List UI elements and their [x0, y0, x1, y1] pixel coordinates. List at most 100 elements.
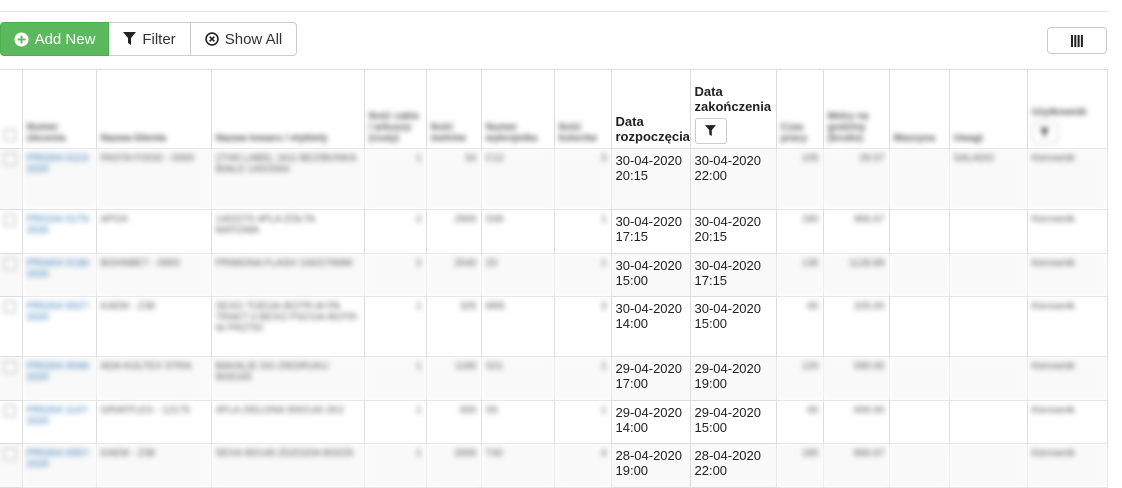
user-filter-button[interactable] — [1031, 122, 1058, 144]
cell-color-count: 1 — [554, 356, 612, 401]
cell-notes: SALADO — [949, 148, 1028, 210]
col-start-date[interactable]: Data rozpoczęcia — [611, 69, 691, 149]
cell-client-name: KAEM - Z38 — [96, 296, 212, 357]
table-row[interactable]: PR0204 0049-2020 ADA KOLTEX STRA BAKALIE D… — [0, 356, 1108, 401]
cell-color-count: 1 — [554, 209, 612, 254]
col-quantity[interactable]: Ilość cakie / arkuszy (rzuty) — [364, 69, 427, 149]
cell-meters-per-hour: 966.67 — [823, 209, 890, 254]
order-number-link[interactable]: PR0104 0179-2020 — [27, 214, 92, 236]
col-die-number[interactable]: Numer wykrojnika — [481, 69, 555, 149]
order-number-link[interactable]: PR0204 0027-2020 — [27, 301, 92, 323]
cell-client-name: KAEM - Z38 — [96, 443, 212, 488]
filter-label: Filter — [142, 30, 176, 48]
cell-user: Kierownik — [1027, 148, 1108, 210]
cell-user: Kierownik — [1027, 443, 1108, 488]
cell-product-name: 27/40 LABEL 1KG BEZ/BUNKA BIAŁO 140/2064 — [211, 148, 365, 210]
cell-user: Kierownik — [1027, 356, 1108, 401]
cell-notes — [949, 296, 1028, 357]
cell-client-name: ADA KOLTEX STRA — [96, 356, 212, 401]
filter-icon — [1040, 128, 1049, 138]
cell-work-time: 60 — [776, 400, 824, 444]
cell-end-date: 30-04-2020 20:15 — [690, 209, 777, 254]
order-number-link[interactable]: PR0204 1147-2020 — [27, 405, 91, 427]
row-select-cell[interactable] — [0, 253, 23, 297]
cell-order-number-link[interactable]: PR0404 0138-2020 — [22, 253, 97, 297]
cell-work-time: 135 — [776, 253, 824, 297]
cell-order-number-link[interactable]: PR0204 0113-2020 — [22, 148, 97, 210]
col-end-date[interactable]: Data zakończenia — [690, 69, 777, 149]
row-select-cell[interactable] — [0, 356, 23, 401]
col-meters[interactable]: Ilość metrów — [426, 69, 482, 149]
add-new-label: Add New — [34, 30, 96, 48]
col-colors[interactable]: Ilość kolorów — [554, 69, 612, 149]
cell-order-number-link[interactable]: PR0204 0057-2020 — [22, 443, 97, 488]
cell-order-number-link[interactable]: PR0204 0027-2020 — [22, 296, 97, 357]
cell-start-date: 29-04-2020 17:00 — [611, 356, 691, 401]
cell-order-number-link[interactable]: PR0204 1147-2020 — [22, 400, 97, 444]
cell-order-number-link[interactable]: PR0104 0179-2020 — [22, 209, 97, 254]
select-all-header[interactable] — [0, 69, 23, 149]
cell-product-name: 4PLA ZIELONA 500/140 2K2 — [211, 400, 365, 444]
row-checkbox[interactable] — [4, 153, 16, 165]
columns-toggle-button[interactable] — [1047, 27, 1107, 54]
table-row[interactable]: PR0204 0113-2020 PASTA FOOD - 0000 27/40 L… — [0, 148, 1108, 210]
row-checkbox[interactable] — [4, 301, 16, 313]
table-row[interactable]: PR0204 1147-2020 GRAFFLEX - 12175 4PLA ZIE… — [0, 400, 1108, 444]
cell-meters-per-hour: 325.00 — [823, 296, 890, 357]
end-date-filter-button[interactable] — [694, 118, 727, 144]
table-row[interactable]: PR0204 0057-2020 KAEM - Z38 SEXA 90/149 ZD… — [0, 443, 1108, 488]
order-number-link[interactable]: PR0204 0057-2020 — [27, 448, 92, 470]
cell-quantity: 2 — [364, 253, 427, 297]
cell-user: Kierownik — [1027, 253, 1108, 297]
row-select-cell[interactable] — [0, 296, 23, 357]
cell-quantity: 1 — [364, 400, 427, 444]
row-checkbox[interactable] — [4, 361, 16, 373]
order-number-link[interactable]: PR0204 0049-2020 — [27, 361, 92, 383]
order-number-link[interactable]: PR0204 0113-2020 — [27, 153, 91, 175]
row-checkbox[interactable] — [4, 405, 16, 417]
cell-meters: 54 — [426, 148, 482, 210]
cell-start-date: 30-04-2020 14:00 — [611, 296, 691, 357]
row-checkbox[interactable] — [4, 258, 16, 270]
add-new-button[interactable]: Add New — [0, 22, 109, 56]
cell-end-date: 30-04-2020 15:00 — [690, 296, 777, 357]
row-select-cell[interactable] — [0, 400, 23, 444]
row-select-cell[interactable] — [0, 209, 23, 254]
cell-meters-per-hour: 600.00 — [823, 400, 890, 444]
col-client[interactable]: Nazwa klienta — [96, 69, 212, 149]
plus-circle-icon — [14, 31, 29, 47]
select-all-checkbox[interactable] — [4, 129, 16, 141]
cell-order-number-link[interactable]: PR0204 0049-2020 — [22, 356, 97, 401]
cell-die-number: M65 — [481, 296, 555, 357]
cell-product-name: PRIMONA FLASH 100/270MM — [211, 253, 365, 297]
order-number-link[interactable]: PR0404 0138-2020 — [27, 258, 92, 280]
row-select-cell[interactable] — [0, 443, 23, 488]
col-product[interactable]: Nazwa towaru / etykiety — [211, 69, 365, 149]
cell-meters-per-hour: 590.00 — [823, 356, 890, 401]
table-row[interactable]: PR0104 0179-2020 APOX 140/2/70 4PLA ŻÓŁTA … — [0, 209, 1108, 254]
cell-start-date: 30-04-2020 17:15 — [611, 209, 691, 254]
col-work-time[interactable]: Czas pracy — [776, 69, 824, 149]
cell-die-number: Z5 — [481, 253, 555, 297]
show-all-button[interactable]: Show All — [191, 22, 297, 56]
cell-quantity: 1 — [364, 296, 427, 357]
cell-meters-per-hour: 866.67 — [823, 443, 890, 488]
row-select-cell[interactable] — [0, 148, 23, 210]
col-machine[interactable]: Maszyna — [889, 69, 950, 149]
col-notes[interactable]: Uwagi — [949, 69, 1028, 149]
col-user[interactable]: Użytkownik — [1027, 69, 1108, 149]
cell-work-time: 180 — [776, 209, 824, 254]
cell-meters-per-hour: 1128.89 — [823, 253, 890, 297]
header-row: Numer zlecenia Nazwa klienta Nazwa towar… — [0, 69, 1108, 149]
col-order-number[interactable]: Numer zlecenia — [22, 69, 97, 149]
filter-button[interactable]: Filter — [109, 22, 191, 56]
table-row[interactable]: PR0404 0138-2020 BOHNBET - 0900 PRIMONA FL… — [0, 253, 1108, 297]
cell-notes — [949, 443, 1028, 488]
cell-product-name: 140/2/70 4PLA ŻÓŁTA MATOWA — [211, 209, 365, 254]
table-row[interactable]: PR0204 0027-2020 KAEM - Z38 SEXO TOEOA-BOT… — [0, 296, 1108, 357]
cell-machine — [889, 443, 950, 488]
row-checkbox[interactable] — [4, 214, 16, 226]
col-meters-per-hour[interactable]: Metry na godzinę (brutto) — [823, 69, 890, 149]
cell-client-name: PASTA FOOD - 0000 — [96, 148, 212, 210]
row-checkbox[interactable] — [4, 448, 16, 460]
